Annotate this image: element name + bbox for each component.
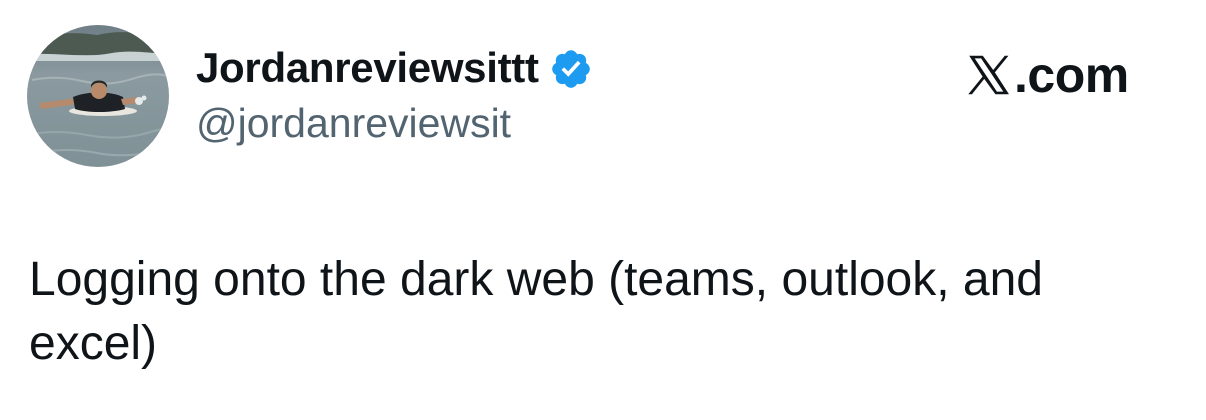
- author-display-name[interactable]: Jordanreviewsittt: [196, 44, 539, 92]
- x-com-source[interactable]: .com: [966, 48, 1129, 102]
- x-logo-icon: [966, 53, 1012, 97]
- verified-badge-icon: [549, 47, 593, 91]
- tweet-card: Jordanreviewsittt @jordanreviewsit .com …: [0, 0, 1206, 420]
- avatar-photo-surfer-icon: [27, 25, 169, 167]
- author-handle[interactable]: @jordanreviewsit: [196, 100, 593, 147]
- tweet-text: Logging onto the dark web (teams, outloo…: [29, 253, 1043, 370]
- avatar[interactable]: [27, 25, 169, 167]
- source-domain: .com: [1014, 47, 1129, 103]
- name-row: Jordanreviewsittt: [196, 40, 593, 96]
- author-block: Jordanreviewsittt @jordanreviewsit: [196, 40, 593, 147]
